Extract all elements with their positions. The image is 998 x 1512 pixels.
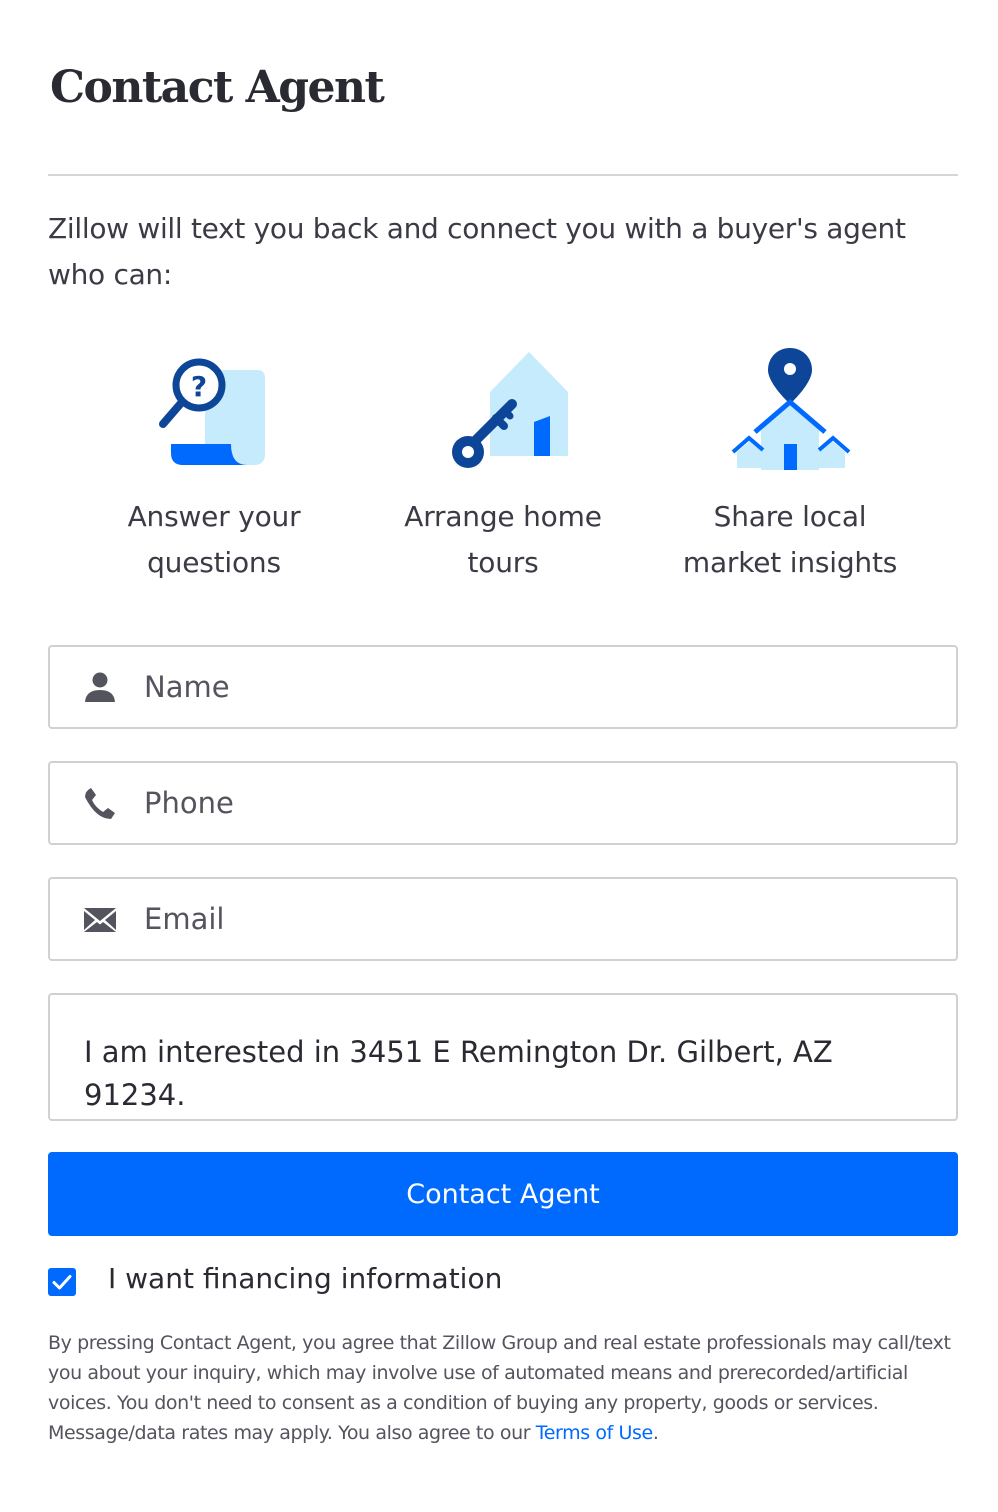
envelope-icon bbox=[84, 908, 116, 932]
contact-agent-panel: Contact Agent Zillow will text you back … bbox=[0, 0, 998, 1512]
contact-agent-button[interactable]: Contact Agent bbox=[48, 1152, 958, 1236]
feature-label-line2: tours bbox=[467, 546, 539, 579]
checkmark-icon bbox=[52, 1275, 72, 1290]
house-key-icon bbox=[452, 352, 568, 468]
financing-checkbox[interactable] bbox=[48, 1268, 76, 1296]
email-field[interactable] bbox=[48, 877, 958, 961]
intro-text: Zillow will text you back and connect yo… bbox=[48, 212, 906, 291]
name-input[interactable] bbox=[144, 647, 934, 727]
legal-text: By pressing Contact Agent, you agree tha… bbox=[48, 1332, 951, 1444]
financing-checkbox-label[interactable]: I want financing information bbox=[108, 1262, 502, 1295]
email-input[interactable] bbox=[144, 879, 934, 959]
name-field[interactable] bbox=[48, 645, 958, 729]
page-title: Contact Agent bbox=[50, 62, 385, 113]
feature-home-tours: Arrange home tours bbox=[378, 340, 628, 586]
divider bbox=[48, 174, 958, 176]
phone-icon bbox=[85, 788, 115, 819]
feature-label-line2: market insights bbox=[682, 546, 898, 579]
feature-label-line2: questions bbox=[147, 546, 281, 579]
message-field[interactable]: I am interested in 3451 E Remington Dr. … bbox=[48, 993, 958, 1121]
phone-field[interactable] bbox=[48, 761, 958, 845]
legal-trailing: . bbox=[652, 1422, 659, 1444]
house-pin-icon bbox=[731, 348, 851, 470]
feature-answer-questions: ? Answer your questions bbox=[89, 340, 339, 586]
magnifier-question-icon: ? bbox=[159, 358, 265, 465]
feature-market-insights: Share local market insights bbox=[665, 340, 915, 586]
phone-input[interactable] bbox=[144, 763, 934, 843]
message-textarea[interactable]: I am interested in 3451 E Remington Dr. … bbox=[84, 1031, 914, 1119]
terms-of-use-link[interactable]: Terms of Use bbox=[536, 1422, 653, 1444]
feature-label-line1: Answer your bbox=[127, 500, 301, 533]
svg-text:?: ? bbox=[191, 370, 207, 403]
feature-label-line1: Share local bbox=[713, 500, 867, 533]
person-icon bbox=[85, 672, 115, 702]
feature-label-line1: Arrange home bbox=[404, 500, 602, 533]
legal-disclaimer: By pressing Contact Agent, you agree tha… bbox=[48, 1328, 963, 1448]
